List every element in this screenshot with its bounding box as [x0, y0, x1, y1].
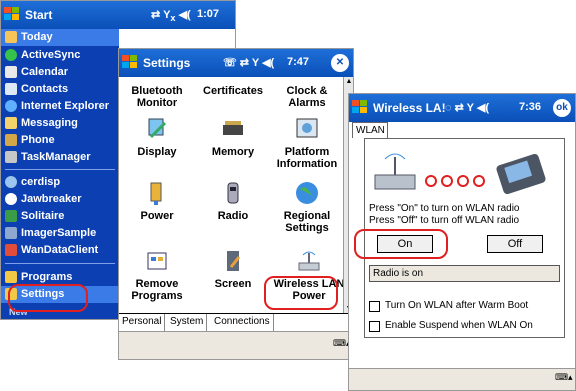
tab-connections[interactable]: Connections [211, 314, 274, 331]
programs-folder-icon [5, 271, 17, 283]
settings-platform-info[interactable]: Platform Information [269, 115, 345, 170]
windows-flag-icon[interactable] [3, 5, 21, 23]
scroll-up-icon[interactable]: ▲ [345, 78, 353, 85]
settings-title-bar: Settings ☏ ⇄ Y ◀( 7:47 ✕ [119, 49, 353, 77]
instruction-on: Press "On" to turn on WLAN radio [369, 203, 520, 214]
start-item-contacts[interactable]: Contacts [1, 81, 119, 98]
remove-programs-icon [147, 252, 167, 270]
start-menu: Today ActiveSync Calendar Contacts Inter… [1, 29, 119, 319]
start-item-today[interactable]: Today [1, 29, 119, 46]
start-title-bar: Start ⇄ Yx ◀( 1:07 [1, 1, 235, 29]
start-item-cerdisp[interactable]: cerdisp [1, 174, 119, 191]
start-item-phone[interactable]: Phone [1, 132, 119, 149]
contacts-icon [5, 83, 17, 95]
wlan-radio-illustration [374, 153, 546, 195]
internet-explorer-icon [5, 100, 17, 112]
phone-icon [5, 134, 17, 146]
instruction-off: Press "Off" to turn off WLAN radio [369, 215, 520, 226]
memory-icon [223, 121, 243, 135]
settings-memory[interactable]: Memory [195, 115, 271, 158]
wireless-icon [298, 251, 320, 271]
warm-boot-label: Turn On WLAN after Warm Boot [385, 300, 529, 311]
keyboard-icon[interactable]: ⌨▴ [555, 372, 573, 386]
settings-title: Settings [143, 56, 191, 70]
settings-screen: Settings ☏ ⇄ Y ◀( 7:47 ✕ Bluetooth Monit… [118, 48, 354, 360]
start-item-messaging[interactable]: Messaging [1, 115, 119, 132]
settings-certificates[interactable]: Certificates [195, 85, 271, 97]
windows-flag-icon[interactable] [121, 53, 139, 71]
warm-boot-checkbox[interactable] [369, 301, 380, 312]
wlan-clock[interactable]: 7:36 [519, 101, 541, 113]
tab-wlan[interactable]: WLAN [352, 122, 388, 138]
radio-status: Radio is on [369, 265, 560, 282]
today-icon [5, 31, 17, 43]
status-icons[interactable]: ☏ ⇄ Y ◀( [223, 56, 274, 69]
highlight-wireless-lan-power [264, 276, 338, 310]
connectivity-icon[interactable]: ⇄ Yx ◀( [151, 8, 191, 23]
messaging-icon [5, 117, 17, 129]
keyboard-icon[interactable]: ⌨▴ [333, 338, 351, 352]
display-icon [148, 118, 167, 139]
menu-separator [5, 263, 115, 264]
settings-clock-alarms[interactable]: Clock & Alarms [269, 85, 345, 109]
suspend-label: Enable Suspend when WLAN On [385, 320, 533, 331]
tab-personal[interactable]: Personal [119, 314, 166, 331]
start-item-jawbreaker[interactable]: Jawbreaker [1, 191, 119, 208]
ok-button[interactable]: ok [553, 99, 571, 117]
settings-clock[interactable]: 7:47 [287, 56, 309, 68]
menu-separator [5, 169, 115, 170]
solitaire-icon [5, 210, 17, 222]
settings-tab-strip: Personal System Connections [119, 313, 353, 331]
calendar-icon [5, 66, 17, 78]
start-item-activesync[interactable]: ActiveSync [1, 47, 119, 64]
radio-icon [227, 182, 239, 204]
start-item-solitaire[interactable]: Solitaire [1, 208, 119, 225]
start-title[interactable]: Start [25, 8, 52, 22]
wandataclient-icon [5, 244, 17, 256]
close-icon[interactable]: ✕ [331, 54, 349, 72]
off-button[interactable]: Off [487, 235, 543, 253]
cerdisp-icon [5, 176, 17, 188]
activesync-icon [5, 49, 17, 61]
suspend-checkbox[interactable] [369, 321, 380, 332]
taskmanager-icon [5, 151, 17, 163]
windows-flag-icon[interactable] [351, 98, 369, 116]
highlight-settings [8, 284, 88, 312]
highlight-on-button [354, 229, 448, 259]
status-icons[interactable]: ◌ ⇄ Y ◀( [445, 101, 489, 114]
start-clock[interactable]: 1:07 [197, 8, 219, 20]
wlan-title: Wireless LA! [373, 101, 446, 115]
settings-regional[interactable]: Regional Settings [269, 179, 345, 234]
globe-icon [296, 182, 318, 204]
power-icon [150, 182, 162, 205]
tab-system[interactable]: System [167, 314, 208, 331]
jawbreaker-icon [5, 193, 17, 205]
imagersample-icon [5, 227, 17, 239]
settings-remove-programs[interactable]: Remove Programs [119, 247, 195, 302]
settings-radio[interactable]: Radio [195, 179, 271, 222]
wlan-title-bar: Wireless LA! ◌ ⇄ Y ◀( 7:36 ok [349, 94, 575, 122]
settings-bluetooth[interactable]: Bluetooth Monitor [119, 85, 195, 109]
settings-power[interactable]: Power [119, 179, 195, 222]
start-item-taskmanager[interactable]: TaskManager [1, 149, 119, 166]
start-item-imagersample[interactable]: ImagerSample [1, 225, 119, 242]
platform-icon [296, 118, 318, 138]
settings-command-bar: ⌨▴ [119, 331, 353, 359]
screen-icon [227, 251, 241, 271]
settings-screen[interactable]: Screen [195, 247, 271, 290]
start-item-internet-explorer[interactable]: Internet Explorer [1, 98, 119, 115]
wlan-command-bar: ⌨▴ [349, 368, 575, 390]
start-item-calendar[interactable]: Calendar [1, 64, 119, 81]
start-item-wandataclient[interactable]: WanDataClient [1, 242, 119, 259]
settings-display[interactable]: Display [119, 115, 195, 158]
